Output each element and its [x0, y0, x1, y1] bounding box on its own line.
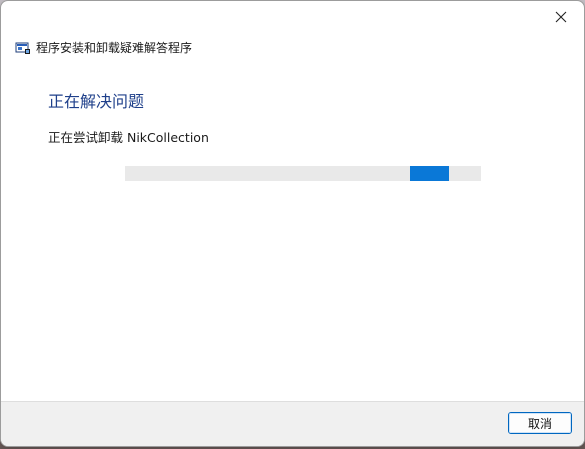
status-text: 正在尝试卸载 NikCollection: [48, 130, 209, 145]
troubleshooter-window: 程序安装和卸载疑难解答程序 正在解决问题 正在尝试卸载 NikCollectio…: [0, 0, 585, 447]
window-title-bar: 程序安装和卸载疑难解答程序: [15, 38, 192, 56]
troubleshooter-icon: [15, 40, 31, 54]
cancel-button[interactable]: 取消: [508, 412, 572, 434]
footer-bar: 取消: [1, 401, 584, 446]
window-title: 程序安装和卸载疑难解答程序: [36, 40, 193, 55]
page-heading: 正在解决问题: [48, 92, 145, 111]
close-icon: [555, 11, 567, 23]
progress-marquee-chunk: [410, 166, 449, 181]
progress-bar: [125, 166, 481, 181]
close-button[interactable]: [548, 7, 574, 27]
